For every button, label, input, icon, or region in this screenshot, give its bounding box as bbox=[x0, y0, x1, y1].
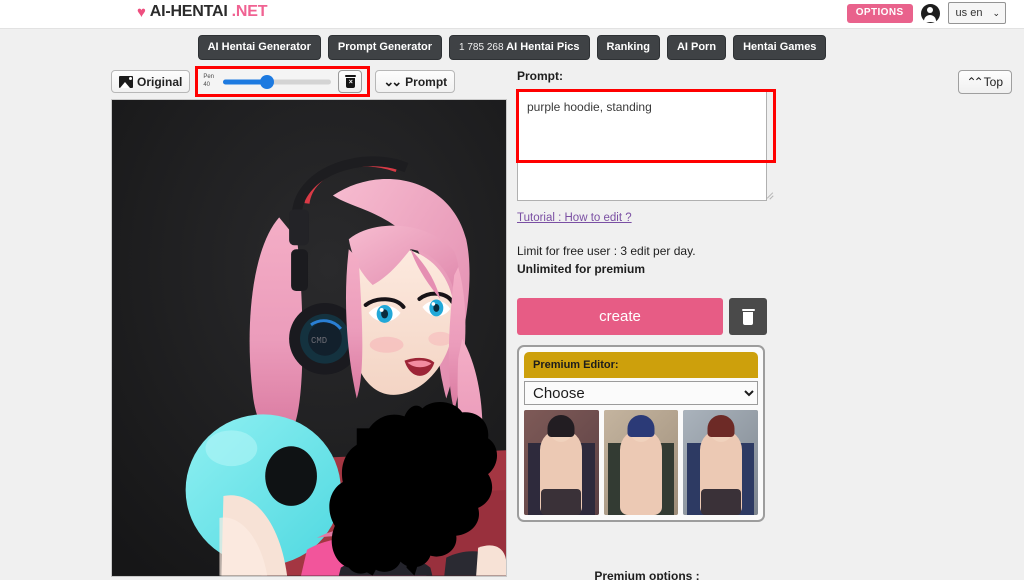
nav-item-ai-hentai-pics[interactable]: 1 785 268 AI Hentai Pics bbox=[449, 34, 590, 60]
thumbnail-legs bbox=[700, 489, 741, 516]
nav-item-ai-hentai-generator[interactable]: AI Hentai Generator bbox=[197, 34, 321, 60]
resize-grip-icon bbox=[766, 190, 774, 198]
brand-name: AI-HENTAI bbox=[149, 3, 228, 20]
usage-limit-text: Limit for free user : 3 edit per day. Un… bbox=[517, 244, 777, 277]
pen-size-label: Pen 40 bbox=[203, 74, 216, 89]
language-value: us en bbox=[955, 7, 983, 19]
canvas-column: Original Pen 40 × ⌄⌄ Prompt CMD bbox=[111, 66, 509, 577]
image-edit-canvas[interactable]: CMD bbox=[111, 99, 507, 577]
tutorial-link[interactable]: Tutorial : How to edit ? bbox=[517, 212, 632, 224]
original-button[interactable]: Original bbox=[111, 70, 191, 93]
nav-label: AI Porn bbox=[676, 40, 717, 53]
header-actions: OPTIONS us en ⌄ bbox=[846, 2, 1006, 24]
nav-label: AI Hentai Pics bbox=[506, 40, 580, 53]
preset-thumbnail-1[interactable] bbox=[524, 410, 599, 516]
pen-size-group: Pen 40 × bbox=[195, 66, 371, 97]
thumbnail-hair bbox=[547, 415, 575, 438]
prompt-field-wrapper bbox=[516, 89, 777, 201]
prompt-input[interactable] bbox=[517, 91, 767, 201]
trash-icon bbox=[741, 308, 755, 325]
trash-icon: × bbox=[345, 75, 357, 88]
premium-editor-select[interactable]: Choose bbox=[524, 381, 758, 406]
thumbnail-hair bbox=[627, 415, 655, 438]
thumbnail-legs bbox=[541, 489, 582, 516]
svg-text:CMD: CMD bbox=[311, 336, 327, 346]
nav-label: Ranking bbox=[606, 40, 650, 53]
character-artwork: CMD bbox=[112, 100, 506, 576]
pen-size-slider[interactable] bbox=[223, 74, 332, 89]
site-header: ♥ AI-HENTAI .NET OPTIONS us en ⌄ bbox=[0, 0, 1024, 29]
editor-page: Original Pen 40 × ⌄⌄ Prompt CMD Prompt: … bbox=[0, 65, 1024, 580]
image-icon bbox=[119, 75, 133, 88]
prompt-column: Prompt: Tutorial : How to edit ? Limit f… bbox=[516, 69, 777, 580]
main-navigation: AI Hentai Generator Prompt Generator 1 7… bbox=[0, 29, 1024, 65]
prompt-title: Prompt: bbox=[517, 69, 563, 83]
nav-item-ai-porn[interactable]: AI Porn bbox=[666, 34, 727, 60]
pen-size-value: 40 bbox=[203, 81, 211, 88]
limit-line-premium: Unlimited for premium bbox=[517, 261, 646, 276]
preset-thumbnail-3[interactable] bbox=[683, 410, 759, 516]
chevron-double-down-icon: ⌄⌄ bbox=[383, 74, 402, 89]
nav-item-hentai-games[interactable]: Hentai Games bbox=[733, 34, 827, 60]
limit-line-free: Limit for free user : 3 edit per day. bbox=[517, 244, 696, 258]
language-selector[interactable]: us en ⌄ bbox=[947, 2, 1006, 24]
thumbnail-hair bbox=[707, 415, 735, 438]
nav-label: AI Hentai Generator bbox=[207, 40, 311, 53]
premium-editor-header: Premium Editor: bbox=[524, 352, 758, 379]
prompt-toggle-button[interactable]: ⌄⌄ Prompt bbox=[375, 70, 456, 93]
nav-count: 1 785 268 bbox=[459, 41, 504, 53]
nav-label: Hentai Games bbox=[743, 40, 817, 53]
original-label: Original bbox=[137, 74, 183, 89]
pen-label-text: Pen bbox=[203, 74, 215, 80]
clear-button[interactable] bbox=[729, 298, 767, 336]
nav-label: Prompt Generator bbox=[337, 40, 433, 53]
slider-thumb[interactable] bbox=[259, 74, 274, 89]
heart-icon: ♥ bbox=[137, 3, 146, 21]
preset-thumbnail-2[interactable] bbox=[603, 410, 679, 516]
create-actions: create bbox=[517, 298, 777, 336]
account-circle-icon[interactable] bbox=[920, 3, 940, 23]
site-logo[interactable]: ♥ AI-HENTAI .NET bbox=[137, 3, 267, 21]
nav-item-ranking[interactable]: Ranking bbox=[596, 34, 660, 60]
nav-item-prompt-generator[interactable]: Prompt Generator bbox=[327, 34, 443, 60]
canvas-toolbar: Original Pen 40 × ⌄⌄ Prompt bbox=[111, 66, 509, 97]
premium-options-title: Premium options : bbox=[594, 569, 700, 580]
chevron-down-icon: ⌄ bbox=[992, 7, 1000, 18]
erase-mask-button[interactable]: × bbox=[338, 70, 363, 93]
options-button[interactable]: OPTIONS bbox=[846, 3, 913, 23]
brand-tld: .NET bbox=[231, 3, 268, 20]
scroll-to-top-button[interactable]: ⌃⌃ Top bbox=[957, 70, 1012, 94]
prompt-toggle-label: Prompt bbox=[405, 74, 448, 89]
preset-thumbnail-row bbox=[524, 410, 759, 516]
create-button[interactable]: create bbox=[517, 298, 723, 336]
top-button-label: Top bbox=[983, 75, 1003, 89]
chevron-double-up-icon: ⌃⌃ bbox=[966, 75, 984, 89]
premium-editor-card: Premium Editor: Choose bbox=[517, 345, 765, 523]
